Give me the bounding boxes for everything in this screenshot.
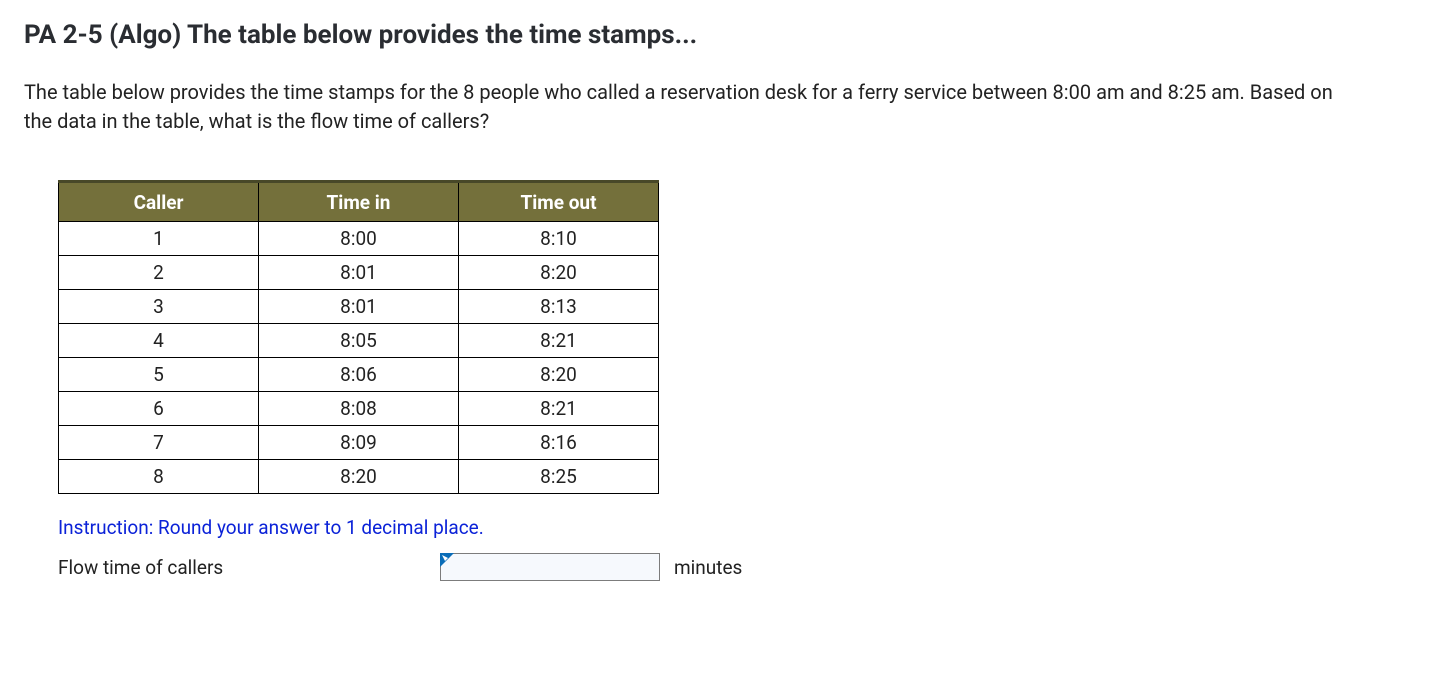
cell-time-in: 8:01 xyxy=(259,290,459,324)
timestamps-table: Caller Time in Time out 1 8:00 8:10 2 8:… xyxy=(58,180,659,494)
cell-time-out: 8:20 xyxy=(459,358,659,392)
cell-caller: 3 xyxy=(59,290,259,324)
header-time-in: Time in xyxy=(259,182,459,222)
cell-time-in: 8:01 xyxy=(259,256,459,290)
cell-time-out: 8:21 xyxy=(459,392,659,426)
cell-time-out: 8:16 xyxy=(459,426,659,460)
cell-time-out: 8:21 xyxy=(459,324,659,358)
table-row: 6 8:08 8:21 xyxy=(59,392,659,426)
answer-input-wrap xyxy=(440,553,660,581)
flow-time-input[interactable] xyxy=(440,553,660,581)
answer-label: Flow time of callers xyxy=(58,556,432,579)
table-row: 5 8:06 8:20 xyxy=(59,358,659,392)
question-description: The table below provides the time stamps… xyxy=(24,78,1354,136)
cell-time-out: 8:10 xyxy=(459,222,659,256)
cell-time-in: 8:05 xyxy=(259,324,459,358)
table-row: 8 8:20 8:25 xyxy=(59,460,659,494)
cell-time-in: 8:06 xyxy=(259,358,459,392)
header-time-out: Time out xyxy=(459,182,659,222)
answer-unit: minutes xyxy=(674,556,742,579)
table-header-row: Caller Time in Time out xyxy=(59,182,659,222)
cell-caller: 8 xyxy=(59,460,259,494)
table-row: 2 8:01 8:20 xyxy=(59,256,659,290)
cell-time-out: 8:20 xyxy=(459,256,659,290)
cell-caller: 4 xyxy=(59,324,259,358)
header-caller: Caller xyxy=(59,182,259,222)
cell-caller: 5 xyxy=(59,358,259,392)
table-row: 3 8:01 8:13 xyxy=(59,290,659,324)
cell-caller: 7 xyxy=(59,426,259,460)
cell-caller: 1 xyxy=(59,222,259,256)
cell-time-out: 8:25 xyxy=(459,460,659,494)
cell-time-in: 8:08 xyxy=(259,392,459,426)
table-row: 1 8:00 8:10 xyxy=(59,222,659,256)
cell-caller: 6 xyxy=(59,392,259,426)
cell-time-in: 8:00 xyxy=(259,222,459,256)
cell-time-in: 8:20 xyxy=(259,460,459,494)
question-title: PA 2-5 (Algo) The table below provides t… xyxy=(24,20,1424,50)
table-row: 7 8:09 8:16 xyxy=(59,426,659,460)
cell-time-in: 8:09 xyxy=(259,426,459,460)
instruction-text: Instruction: Round your answer to 1 deci… xyxy=(58,516,1424,539)
question-content: Caller Time in Time out 1 8:00 8:10 2 8:… xyxy=(24,180,1424,581)
cell-caller: 2 xyxy=(59,256,259,290)
table-row: 4 8:05 8:21 xyxy=(59,324,659,358)
cell-time-out: 8:13 xyxy=(459,290,659,324)
answer-row: Flow time of callers minutes xyxy=(58,553,1424,581)
